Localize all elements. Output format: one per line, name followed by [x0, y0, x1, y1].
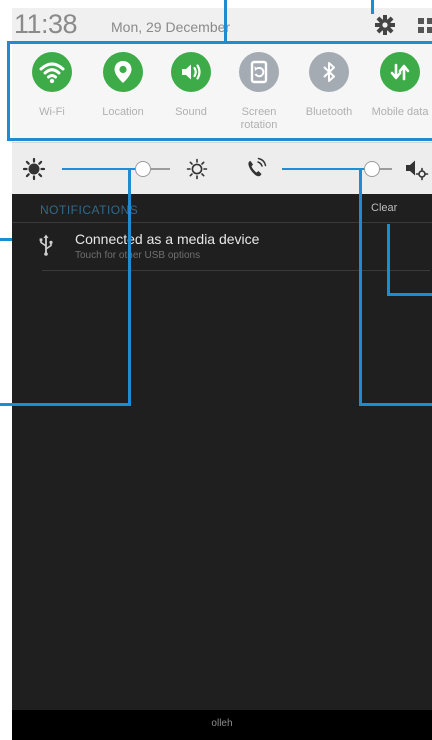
notification-divider [42, 270, 430, 271]
notifications-header: NOTIFICATIONS Clear [12, 194, 432, 223]
bottom-carrier-bar: olleh [12, 710, 432, 740]
quick-settings-callout-line [224, 0, 227, 42]
date-text: Mon, 29 December [111, 19, 231, 35]
volume-settings-icon[interactable] [404, 157, 430, 181]
clear-callout-line-h [387, 293, 432, 296]
slider-row [12, 142, 432, 195]
brightness-callout-line-v [128, 170, 131, 406]
quick-settings-callout-box [7, 41, 432, 141]
brightness-high-icon [186, 158, 208, 180]
volume-callout-line-v [359, 170, 362, 406]
clear-label: Clear [371, 202, 398, 214]
notifications-title: NOTIFICATIONS [40, 203, 139, 217]
clear-button[interactable]: Clear [360, 194, 432, 222]
gear-icon[interactable] [372, 12, 398, 38]
notification-callout-line [0, 238, 12, 241]
clear-callout-line-v [387, 224, 390, 296]
usb-notification[interactable]: Connected as a media device Touch for ot… [12, 224, 432, 270]
ringtone-volume-icon [245, 157, 267, 179]
volume-slider-thumb[interactable] [364, 161, 380, 177]
phone-screen: 11:38 Mon, 29 December Wi-Fi Location So… [0, 0, 432, 740]
usb-icon [38, 234, 54, 256]
notification-panel: NOTIFICATIONS Clear Connected as a media… [12, 194, 432, 710]
brightness-callout-line-h [0, 403, 131, 406]
notification-title: Connected as a media device [75, 231, 260, 247]
status-bar: 11:38 Mon, 29 December [12, 8, 432, 43]
carrier-name: olleh [211, 718, 233, 729]
brightness-slider-thumb[interactable] [135, 161, 151, 177]
clock-time: 11:38 [14, 9, 78, 39]
notification-subtitle: Touch for other USB options [75, 250, 201, 261]
grid-edit-icon[interactable] [416, 14, 432, 38]
settings-callout-line [371, 0, 374, 14]
brightness-low-icon [22, 157, 46, 181]
volume-callout-line-h [359, 403, 432, 406]
